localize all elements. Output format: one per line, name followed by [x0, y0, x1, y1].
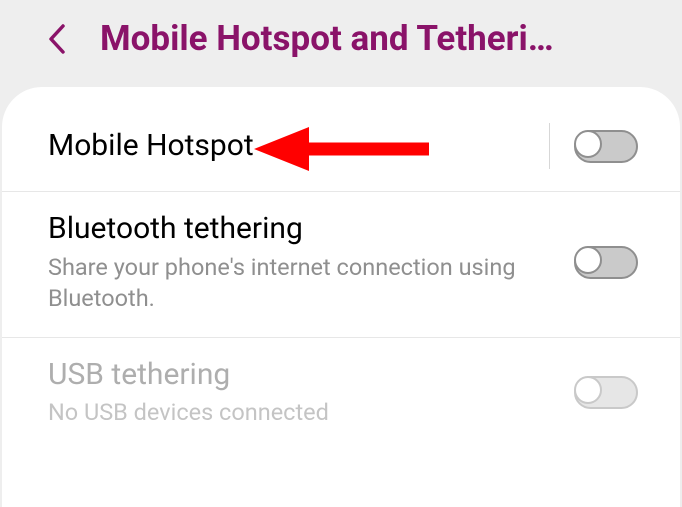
row-title: Bluetooth tethering [48, 210, 562, 248]
row-title: Mobile Hotspot [48, 127, 537, 165]
row-mobile-hotspot[interactable]: Mobile Hotspot [2, 105, 680, 192]
row-subtitle: Share your phone's internet connection u… [48, 252, 562, 315]
row-text: Bluetooth tethering Share your phone's i… [48, 210, 574, 315]
row-usb-tethering: USB tethering No USB devices connected [2, 338, 680, 451]
toggle-usb-tethering [574, 376, 638, 409]
row-title: USB tethering [48, 356, 562, 394]
toggle-knob [574, 246, 602, 274]
row-text: USB tethering No USB devices connected [48, 356, 574, 429]
toggle-bluetooth-tethering[interactable] [574, 246, 638, 279]
settings-card: Mobile Hotspot Bluetooth tethering Share… [2, 87, 680, 507]
chevron-left-icon [48, 24, 66, 54]
separator-vertical [549, 123, 550, 169]
row-text: Mobile Hotspot [48, 127, 549, 165]
back-button[interactable] [46, 20, 68, 58]
header: Mobile Hotspot and Tetheri… [0, 0, 682, 83]
row-subtitle: No USB devices connected [48, 397, 562, 429]
row-bluetooth-tethering[interactable]: Bluetooth tethering Share your phone's i… [2, 192, 680, 338]
toggle-mobile-hotspot[interactable] [574, 130, 638, 163]
toggle-knob [574, 376, 602, 404]
toggle-knob [574, 130, 602, 158]
page-title: Mobile Hotspot and Tetheri… [100, 18, 554, 59]
